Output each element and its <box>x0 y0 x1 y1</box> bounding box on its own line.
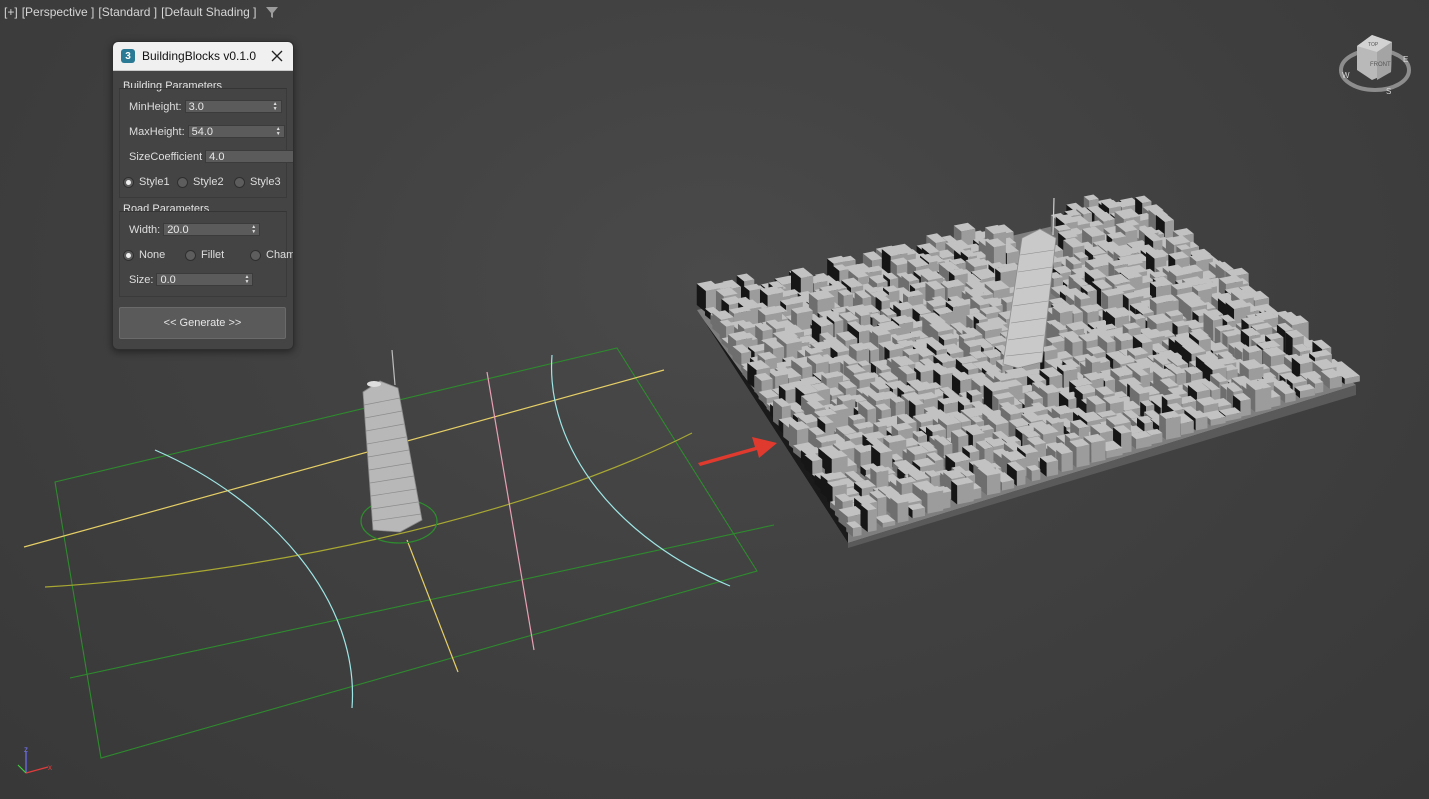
city-building-block <box>1159 410 1181 440</box>
svg-text:x: x <box>48 763 52 772</box>
min-height-spinner[interactable]: 3.0 ▲ ▼ <box>184 100 282 113</box>
max-height-spinner[interactable]: 54.0 ▲ ▼ <box>187 125 285 138</box>
style2-label[interactable]: Style2 <box>193 176 224 188</box>
viewcube-front-face[interactable]: FRONT <box>1370 62 1391 68</box>
corner-size-value[interactable]: 0.0 <box>160 274 175 286</box>
svg-text:z: z <box>24 745 28 754</box>
corner-none-label[interactable]: None <box>139 249 165 261</box>
corner-size-spinner[interactable]: 0.0 ▲ ▼ <box>156 273 254 286</box>
viewport-pov-menu[interactable]: [Perspective ] <box>22 5 95 19</box>
road-width-value[interactable]: 20.0 <box>167 224 188 236</box>
close-button[interactable] <box>269 48 285 64</box>
spinner-arrows-icon[interactable]: ▲ ▼ <box>276 127 281 137</box>
3dsmax-app-icon: 3 <box>121 49 135 63</box>
viewport-shading-menu[interactable]: [Default Shading ] <box>161 5 256 19</box>
radio-unselected-icon[interactable] <box>250 249 261 261</box>
close-icon <box>271 50 283 62</box>
viewcube[interactable]: TOP FRONT W E S <box>1339 35 1411 96</box>
viewcube-top-face[interactable]: TOP <box>1368 42 1379 48</box>
road-spline-pink[interactable] <box>486 371 535 651</box>
corner-none-radio[interactable]: None <box>123 249 165 261</box>
max-height-label: MaxHeight: <box>129 125 185 138</box>
road-spline-cyan-left[interactable] <box>154 449 354 709</box>
size-coefficient-label: SizeCoefficient <box>129 150 203 163</box>
style1-radio[interactable]: Style1 <box>123 176 170 188</box>
corner-chamfer-radio[interactable]: Cham <box>250 249 293 261</box>
road-spline-cyan-right[interactable] <box>550 354 731 587</box>
style2-radio[interactable]: Style2 <box>177 176 224 188</box>
filter-icon[interactable] <box>265 5 279 19</box>
corner-chamfer-label[interactable]: Cham <box>266 249 293 261</box>
viewport-standard-menu[interactable]: [Standard ] <box>98 5 157 19</box>
generated-city-model[interactable] <box>696 194 1360 548</box>
city-building-block <box>1056 447 1073 473</box>
tower-model[interactable] <box>360 349 438 544</box>
road-outline-spline[interactable] <box>54 347 758 759</box>
style1-label[interactable]: Style1 <box>139 176 170 188</box>
radio-selected-icon[interactable] <box>123 176 134 188</box>
radio-unselected-icon[interactable] <box>177 176 188 188</box>
spinner-arrows-icon[interactable]: ▲ ▼ <box>245 275 250 285</box>
road-spline-grid[interactable] <box>54 347 775 759</box>
min-height-label: MinHeight: <box>129 100 182 113</box>
road-width-label: Width: <box>129 223 161 236</box>
city-building-block <box>951 477 974 505</box>
road-spline-short[interactable] <box>406 539 459 673</box>
city-building-block <box>890 495 909 523</box>
size-coefficient-row: SizeCoefficient 4.0 <box>129 150 293 163</box>
road-spline-lower[interactable] <box>69 524 775 679</box>
dialog-titlebar[interactable]: 3 BuildingBlocks v0.1.0 <box>113 42 293 71</box>
city-building-block <box>1129 430 1152 450</box>
spinner-arrows-icon[interactable]: ▲ ▼ <box>273 102 278 112</box>
buildingblocks-dialog[interactable]: 3 BuildingBlocks v0.1.0 Building Paramet… <box>112 41 294 350</box>
viewport-label-menu[interactable]: [+] [Perspective ] [Standard ] [Default … <box>4 5 279 19</box>
road-width-spinner[interactable]: 20.0 ▲ ▼ <box>163 223 261 236</box>
min-height-value[interactable]: 3.0 <box>189 101 204 113</box>
generate-button[interactable]: << Generate >> <box>119 307 286 339</box>
style3-label[interactable]: Style3 <box>250 176 281 188</box>
size-coefficient-value[interactable]: 4.0 <box>209 151 224 163</box>
road-spline-yellow[interactable] <box>23 369 665 548</box>
city-building-block <box>907 503 926 519</box>
style3-radio[interactable]: Style3 <box>234 176 281 188</box>
city-building-block <box>860 502 877 533</box>
compass-west[interactable]: W <box>1342 71 1350 80</box>
corner-fillet-label[interactable]: Fillet <box>201 249 224 261</box>
spinner-arrows-icon[interactable]: ▲ ▼ <box>251 225 256 235</box>
corner-size-label: Size: <box>129 273 154 286</box>
axis-tripod: z x <box>17 745 52 774</box>
compass-east[interactable]: E <box>1403 55 1408 64</box>
radio-selected-icon[interactable] <box>123 249 134 261</box>
max-height-value[interactable]: 54.0 <box>192 126 213 138</box>
size-coefficient-field[interactable]: 4.0 <box>205 150 293 163</box>
dialog-title: BuildingBlocks v0.1.0 <box>142 49 257 63</box>
radio-unselected-icon[interactable] <box>234 176 245 188</box>
compass-south[interactable]: S <box>1386 87 1391 96</box>
city-building-block <box>1039 454 1059 477</box>
max-height-row: MaxHeight: 54.0 ▲ ▼ <box>129 125 285 138</box>
corner-fillet-radio[interactable]: Fillet <box>185 249 224 261</box>
red-arrow-indicator <box>698 437 777 466</box>
viewport-plus-menu[interactable]: [+] <box>4 5 18 19</box>
road-width-row: Width: 20.0 ▲ ▼ <box>129 223 261 236</box>
min-height-row: MinHeight: 3.0 ▲ ▼ <box>129 100 282 113</box>
radio-unselected-icon[interactable] <box>185 249 196 261</box>
corner-size-row: Size: 0.0 ▲ ▼ <box>129 273 254 286</box>
